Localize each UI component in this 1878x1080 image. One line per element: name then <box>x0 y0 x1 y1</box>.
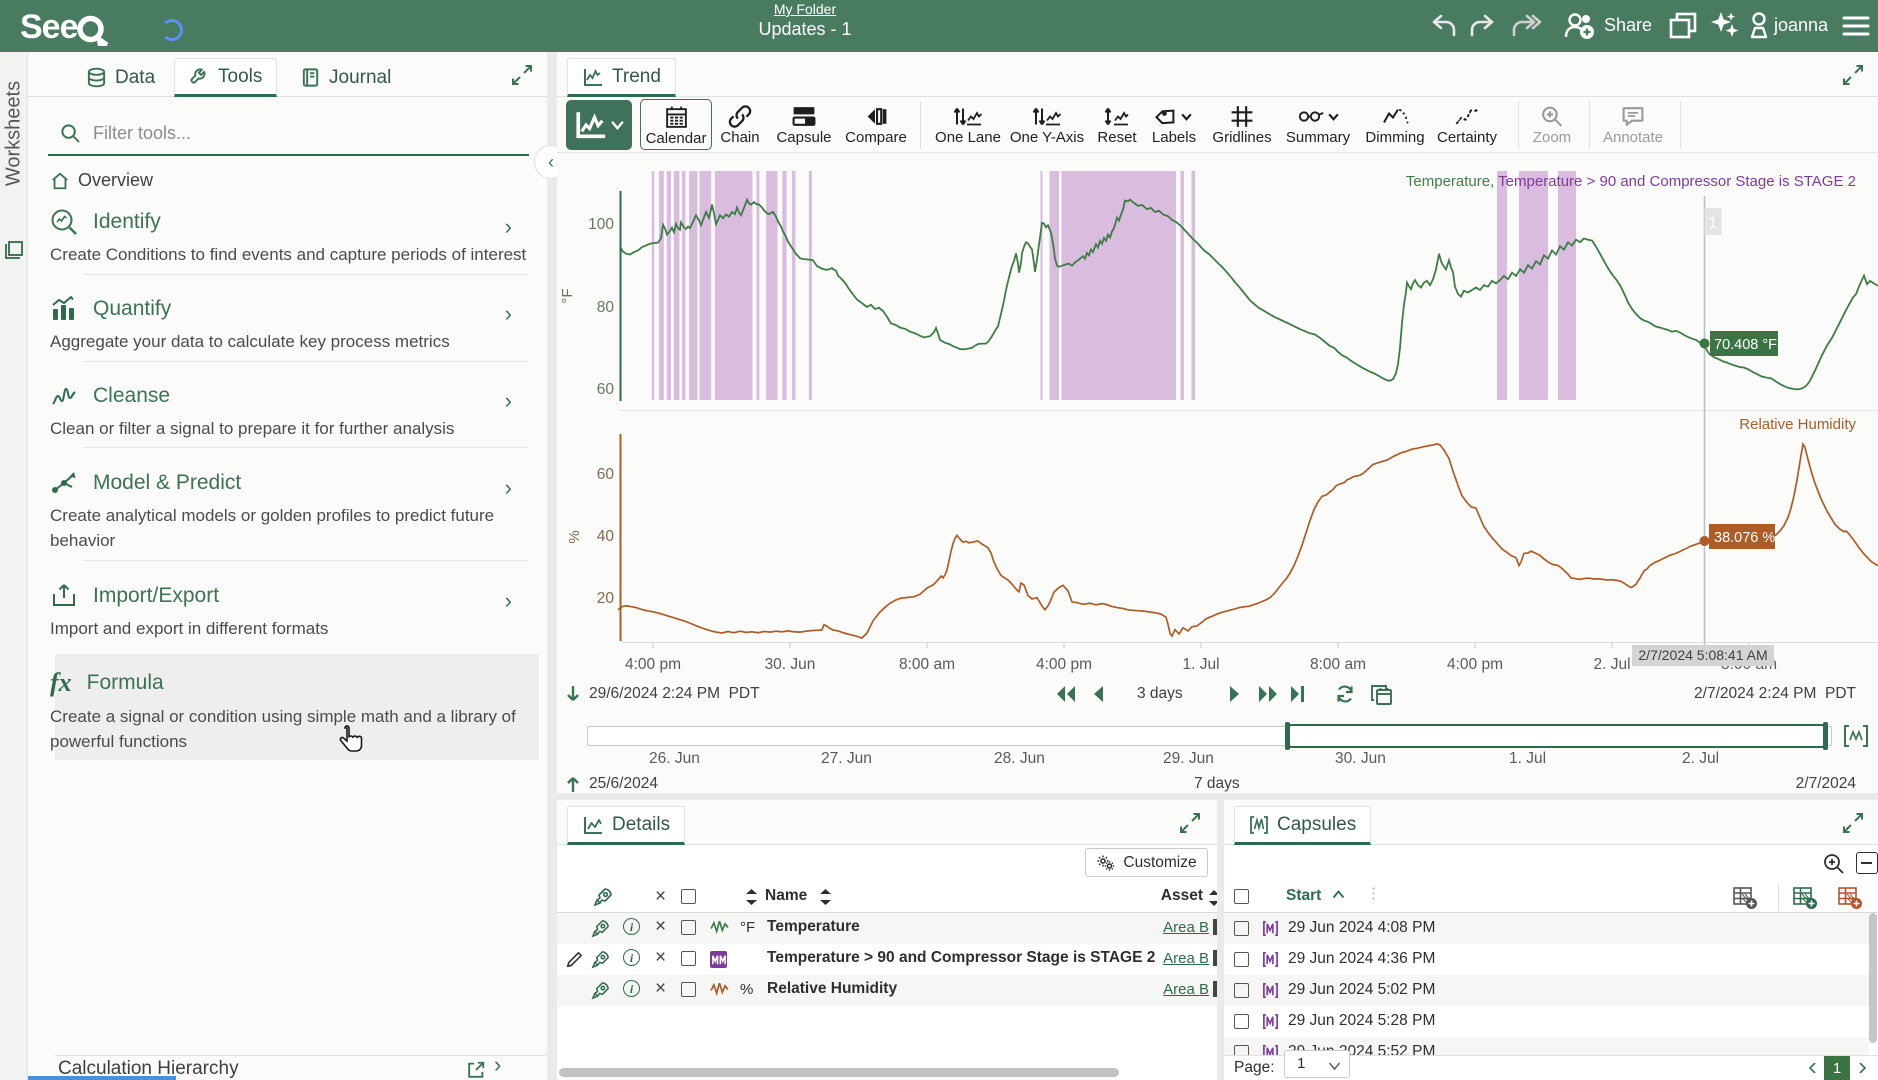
svg-text:60: 60 <box>597 466 615 483</box>
svg-text:30. Jun: 30. Jun <box>765 656 816 673</box>
svg-text:8:00 am: 8:00 am <box>1310 656 1366 673</box>
svg-text:4:00 pm: 4:00 pm <box>1447 656 1503 673</box>
svg-text:1. Jul: 1. Jul <box>1182 656 1219 673</box>
svg-text:4:00 pm: 4:00 pm <box>1036 656 1092 673</box>
svg-text:Temperature, Temperature > 90: Temperature, Temperature > 90 and Compre… <box>1406 173 1856 190</box>
svg-text:2/7/2024 5:08:41 AM: 2/7/2024 5:08:41 AM <box>1638 647 1767 663</box>
svg-text:8:00 am: 8:00 am <box>899 656 955 673</box>
svg-text:80: 80 <box>597 299 615 316</box>
svg-text:100: 100 <box>588 216 614 233</box>
svg-text:40: 40 <box>597 528 615 545</box>
svg-text:70.408 °F: 70.408 °F <box>1714 337 1777 353</box>
svg-text:2. Jul: 2. Jul <box>1593 656 1630 673</box>
svg-text:4:00 pm: 4:00 pm <box>625 656 681 673</box>
svg-text:60: 60 <box>597 381 615 398</box>
svg-text:1: 1 <box>1709 215 1718 232</box>
svg-text:Relative Humidity: Relative Humidity <box>1739 416 1856 433</box>
svg-text:°F: °F <box>559 288 576 303</box>
svg-text:%: % <box>566 530 583 543</box>
svg-text:38.076 %: 38.076 % <box>1714 530 1775 546</box>
svg-text:See: See <box>20 8 78 46</box>
svg-text:20: 20 <box>597 590 615 607</box>
